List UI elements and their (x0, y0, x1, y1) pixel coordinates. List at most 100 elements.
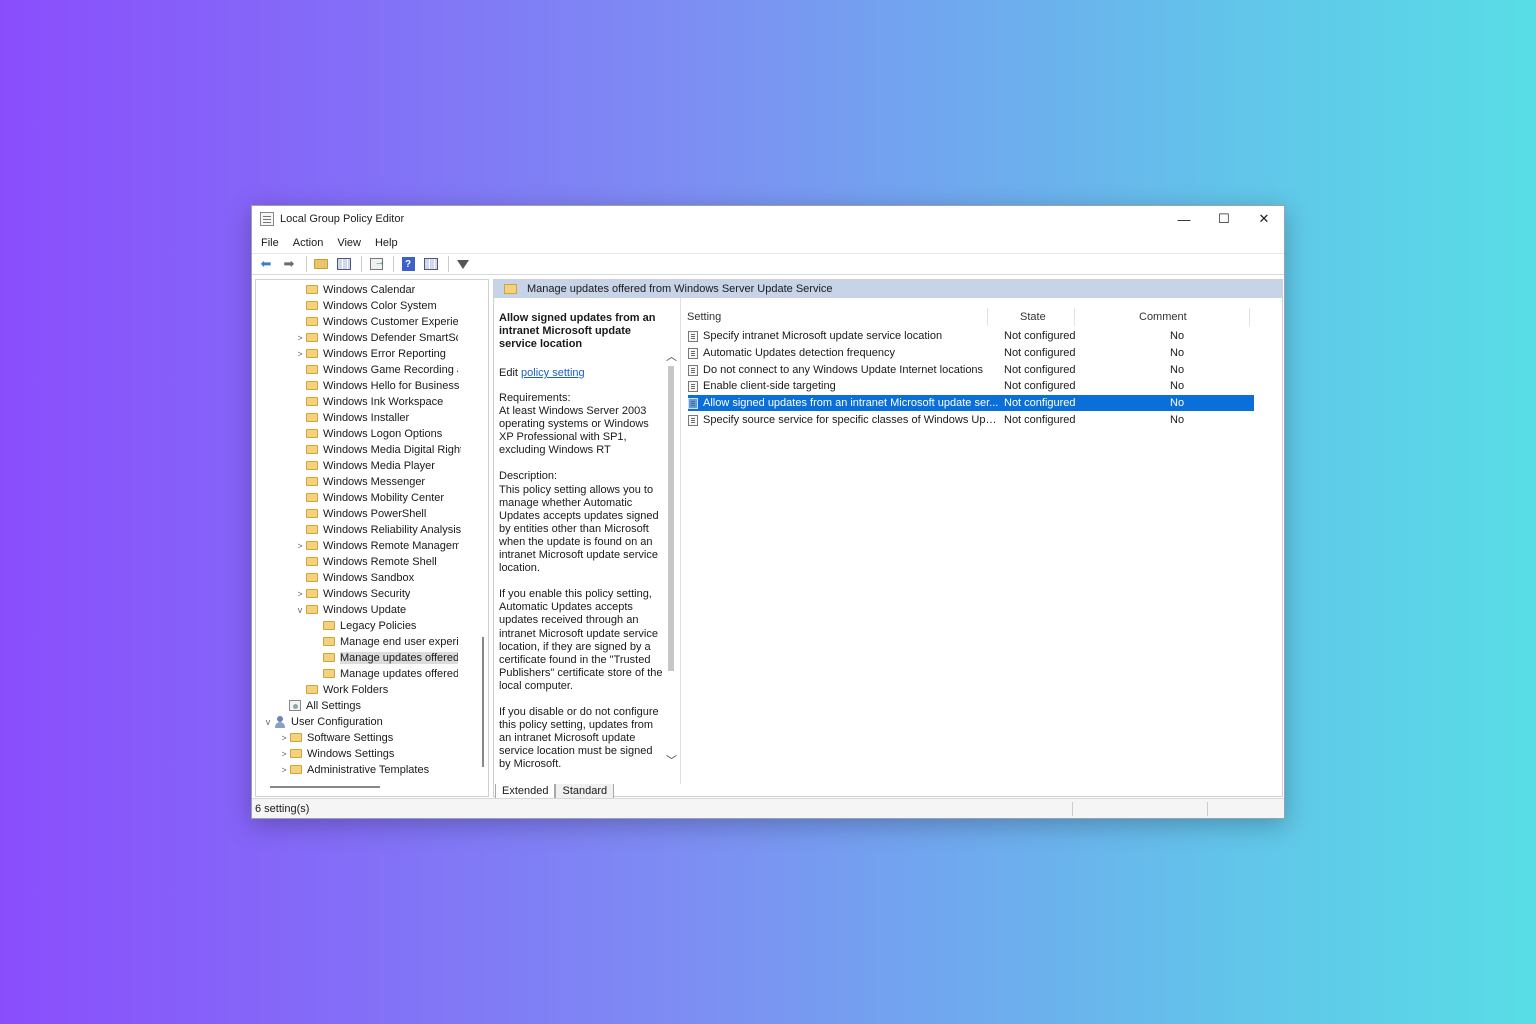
tree-item-windows-media-player[interactable]: Windows Media Player (306, 458, 435, 473)
up-folder-icon[interactable] (311, 255, 331, 273)
edit-label: Edit (499, 367, 518, 379)
tree-item-work-folders[interactable]: Work Folders (306, 682, 388, 697)
back-arrow-icon[interactable]: ⬅ (256, 255, 276, 273)
tree-horizontal-scrollbar[interactable] (270, 786, 380, 788)
folder-icon (306, 589, 318, 598)
tree-item-manage-end-user-experience[interactable]: Manage end user experie (323, 634, 458, 649)
tree-item-windows-customer-experience[interactable]: Windows Customer Experien (306, 314, 458, 329)
setting-row[interactable]: Enable client-side targeting Not configur… (688, 378, 1254, 394)
tree-item-windows-remote-shell[interactable]: Windows Remote Shell (306, 554, 437, 569)
expand-chevron-icon[interactable]: > (278, 749, 290, 759)
scroll-up-icon[interactable]: ︿ (666, 348, 677, 364)
forward-arrow-icon[interactable]: ➡ (279, 255, 299, 273)
setting-row[interactable]: Do not connect to any Windows Update Int… (688, 362, 1254, 378)
folder-icon (306, 349, 318, 358)
expand-chevron-icon[interactable]: > (294, 349, 306, 359)
collapse-chevron-icon[interactable]: v (294, 605, 306, 615)
show-hide-tree-icon[interactable] (334, 255, 354, 273)
tree-item-manage-updates-windows-update[interactable]: Manage updates offered (323, 666, 458, 681)
tree-item-windows-settings[interactable]: > Windows Settings (281, 746, 394, 761)
column-divider[interactable] (1074, 308, 1075, 326)
policy-setting-icon (688, 380, 698, 392)
filter-icon[interactable] (453, 255, 473, 273)
tree-item-user-configuration[interactable]: v User Configuration (266, 714, 383, 729)
tree-item-software-settings[interactable]: > Software Settings (281, 730, 393, 745)
expand-chevron-icon[interactable]: > (294, 333, 306, 343)
folder-icon (323, 669, 335, 678)
tree-item-windows-media-drm[interactable]: Windows Media Digital Right (306, 442, 461, 457)
tree-item-windows-security[interactable]: > Windows Security (297, 586, 410, 601)
menu-action[interactable]: Action (293, 237, 324, 249)
column-header-state[interactable]: State (1020, 311, 1046, 323)
details-area: Manage updates offered from Windows Serv… (493, 279, 1283, 797)
tree-item-windows-mobility-center[interactable]: Windows Mobility Center (306, 490, 444, 505)
tree-item-windows-color-system[interactable]: Windows Color System (306, 298, 437, 313)
tree-item-windows-calendar[interactable]: Windows Calendar (306, 282, 415, 297)
menu-view[interactable]: View (337, 237, 361, 249)
help-icon[interactable]: ? (398, 255, 418, 273)
tree-item-windows-logon-options[interactable]: Windows Logon Options (306, 426, 442, 441)
settings-icon (289, 700, 301, 711)
tab-extended[interactable]: Extended (495, 783, 556, 799)
tree-item-windows-ink-workspace[interactable]: Windows Ink Workspace (306, 394, 443, 409)
tree-item-administrative-templates[interactable]: > Administrative Templates (281, 762, 429, 777)
toolbar-separator (448, 256, 449, 272)
minimize-button[interactable]: — (1164, 206, 1204, 232)
status-bar: 6 setting(s) (252, 798, 1284, 818)
title-bar[interactable]: Local Group Policy Editor — ☐ ✕ (252, 206, 1284, 232)
folder-icon (323, 621, 335, 630)
export-list-icon[interactable] (366, 255, 386, 273)
tree-item-manage-updates-wsus[interactable]: Manage updates offered (323, 650, 458, 665)
tree-item-windows-game-recording[interactable]: Windows Game Recording ar (306, 362, 458, 377)
tree-item-windows-defender-smartscreen[interactable]: > Windows Defender SmartScr (297, 330, 458, 345)
tree-item-windows-error-reporting[interactable]: > Windows Error Reporting (297, 346, 446, 361)
setting-row-selected[interactable]: Allow signed updates from an intranet Mi… (688, 395, 1254, 411)
properties-view-icon[interactable] (421, 255, 441, 273)
setting-row[interactable]: Specify source service for specific clas… (688, 412, 1254, 428)
expand-chevron-icon[interactable]: > (278, 765, 290, 775)
toolbar-separator (306, 256, 307, 272)
column-header-comment[interactable]: Comment (1139, 311, 1187, 323)
setting-row[interactable]: Specify intranet Microsoft update servic… (688, 328, 1254, 344)
edit-policy-link[interactable]: policy setting (521, 367, 585, 379)
tab-standard[interactable]: Standard (555, 783, 615, 799)
tree-item-windows-reliability-analysis[interactable]: Windows Reliability Analysis (306, 522, 461, 537)
tree-item-windows-installer[interactable]: Windows Installer (306, 410, 409, 425)
description-text: Description: This policy setting allows … (499, 470, 659, 575)
expand-chevron-icon[interactable]: > (294, 589, 306, 599)
folder-icon (323, 637, 335, 646)
collapse-chevron-icon[interactable]: v (262, 717, 274, 727)
tree-item-windows-remote-management[interactable]: > Windows Remote Managem (297, 538, 459, 553)
tree-item-legacy-policies[interactable]: Legacy Policies (323, 618, 416, 633)
description-scrollbar[interactable]: ︿ ﹀ (666, 348, 677, 768)
navigation-tree[interactable]: Windows Calendar Windows Color System Wi… (255, 279, 489, 797)
menu-help[interactable]: Help (375, 237, 398, 249)
tree-item-windows-messenger[interactable]: Windows Messenger (306, 474, 425, 489)
expand-chevron-icon[interactable]: > (294, 541, 306, 551)
folder-icon (306, 525, 318, 534)
expand-chevron-icon[interactable]: > (278, 733, 290, 743)
tree-item-windows-powershell[interactable]: Windows PowerShell (306, 506, 426, 521)
scroll-thumb[interactable] (668, 366, 674, 671)
menu-file[interactable]: File (261, 237, 279, 249)
close-button[interactable]: ✕ (1244, 206, 1284, 232)
disable-text: If you disable or do not configure this … (499, 705, 659, 771)
toolbar-separator (361, 256, 362, 272)
column-header-setting[interactable]: Setting (687, 311, 721, 323)
tree-item-all-settings[interactable]: All Settings (289, 698, 361, 713)
tree-item-windows-update[interactable]: v Windows Update (298, 602, 406, 617)
folder-icon (306, 461, 318, 470)
tree-item-windows-hello[interactable]: Windows Hello for Business (306, 378, 459, 393)
menu-bar: File Action View Help (252, 234, 412, 252)
maximize-button[interactable]: ☐ (1204, 206, 1244, 232)
tree-vertical-scrollbar[interactable] (482, 637, 484, 767)
setting-row[interactable]: Automatic Updates detection frequency Not… (688, 345, 1254, 361)
column-divider[interactable] (1249, 308, 1250, 326)
tree-item-windows-sandbox[interactable]: Windows Sandbox (306, 570, 414, 585)
folder-icon (306, 541, 318, 550)
scroll-down-icon[interactable]: ﹀ (666, 752, 677, 768)
folder-icon (306, 317, 318, 326)
folder-icon (323, 653, 335, 662)
folder-icon (306, 493, 318, 502)
column-divider[interactable] (987, 308, 988, 326)
